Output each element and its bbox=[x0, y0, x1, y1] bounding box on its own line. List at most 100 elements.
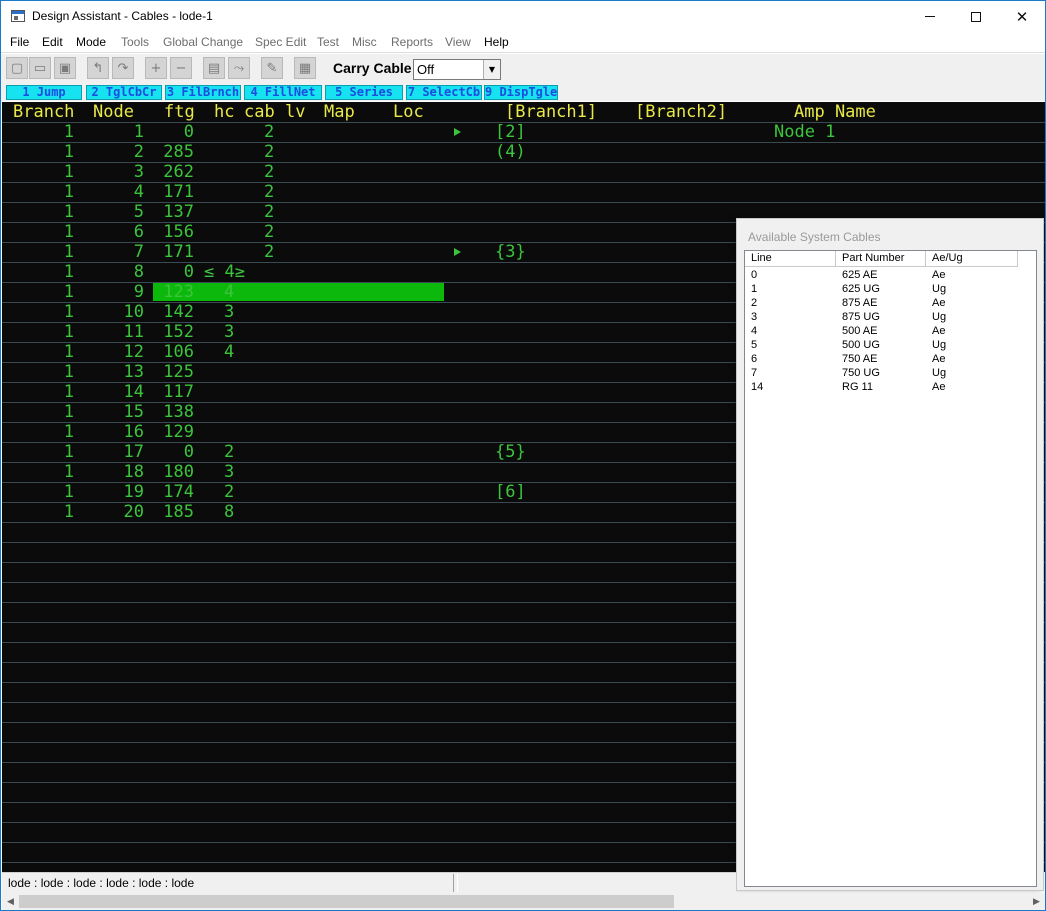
branch1-cell: [6] bbox=[495, 482, 526, 502]
list-cell: 3 bbox=[751, 311, 758, 323]
ftg-cell: 285 bbox=[163, 142, 194, 162]
fkey-button-2[interactable]: 2 TglCbCr bbox=[86, 85, 162, 100]
table-row[interactable]: 1 4 171 2 bbox=[2, 182, 1045, 202]
ftg-cell: 123 bbox=[163, 282, 194, 302]
list-item[interactable]: 3 875 UG Ug bbox=[745, 310, 1036, 324]
ftg-cell: 0 bbox=[183, 442, 194, 462]
branch1-cell: {3} bbox=[495, 242, 526, 262]
list-cell: Ae bbox=[932, 325, 946, 337]
menu-global-change[interactable]: Global Change bbox=[163, 35, 243, 49]
menu-view[interactable]: View bbox=[445, 35, 471, 49]
table-row[interactable]: 1 3 262 2 bbox=[2, 162, 1045, 182]
list-column-header[interactable]: Part Number bbox=[836, 251, 926, 267]
branch-cell: 1 bbox=[63, 122, 74, 142]
chevron-down-icon[interactable]: ▼ bbox=[483, 60, 500, 79]
split-button[interactable]: ⤳ bbox=[228, 57, 250, 79]
fkey-button-4[interactable]: 4 FillNet bbox=[244, 85, 322, 100]
new-file-button[interactable]: ▢ bbox=[6, 57, 28, 79]
add-button[interactable]: + bbox=[145, 57, 167, 79]
list-item[interactable]: 2 875 AE Ae bbox=[745, 296, 1036, 310]
new-file-icon: ▢ bbox=[10, 60, 24, 76]
horizontal-scrollbar[interactable]: ◀ ▶ bbox=[2, 893, 1045, 910]
branch1-cell: (4) bbox=[495, 142, 526, 162]
close-icon: ✕ bbox=[1015, 7, 1029, 26]
scroll-right-icon[interactable]: ▶ bbox=[1028, 893, 1045, 910]
carry-cable-value: Off bbox=[417, 62, 435, 77]
list-cell: 625 UG bbox=[842, 283, 880, 295]
table-row[interactable]: 1 1 0 2 [2] Node 1 bbox=[2, 122, 1045, 142]
maximize-button[interactable] bbox=[953, 1, 999, 32]
fkey-button-1[interactable]: 1 Jump bbox=[6, 85, 82, 100]
list-item[interactable]: 5 500 UG Ug bbox=[745, 338, 1036, 352]
wrench-button[interactable]: ✎ bbox=[261, 57, 283, 79]
list-column-header[interactable]: Line bbox=[745, 251, 836, 267]
branch-cell: 1 bbox=[63, 382, 74, 402]
fkey-button-5[interactable]: 5 Series bbox=[325, 85, 403, 100]
scroll-left-icon[interactable]: ◀ bbox=[2, 893, 19, 910]
list-cell: 500 AE bbox=[842, 325, 878, 337]
list-item[interactable]: 0 625 AE Ae bbox=[745, 268, 1036, 282]
available-cables-panel: Available System Cables Line Part Number A… bbox=[736, 218, 1044, 891]
menu-tools[interactable]: Tools bbox=[121, 35, 149, 49]
remove-button[interactable]: − bbox=[170, 57, 192, 79]
branch-cell: 1 bbox=[63, 462, 74, 482]
scrollbar-thumb[interactable] bbox=[19, 895, 674, 908]
branch-cell: 1 bbox=[63, 142, 74, 162]
ftg-cell: 180 bbox=[163, 462, 194, 482]
hc-cell: 2 bbox=[224, 442, 235, 462]
list-item[interactable]: 14 RG 11 Ae bbox=[745, 380, 1036, 394]
list-item[interactable]: 4 500 AE Ae bbox=[745, 324, 1036, 338]
grid-button[interactable]: ▦ bbox=[294, 57, 316, 79]
column-header: Loc bbox=[393, 102, 424, 122]
menu-test[interactable]: Test bbox=[317, 35, 339, 49]
fkey-button-6[interactable]: 7 SelectCb bbox=[406, 85, 482, 100]
fkey-button-7[interactable]: 9 DispTgle bbox=[484, 85, 558, 100]
branch-cell: 1 bbox=[63, 342, 74, 362]
branch-cell: 1 bbox=[63, 442, 74, 462]
wrench-icon: ✎ bbox=[266, 60, 278, 76]
branch-cell: 1 bbox=[63, 502, 74, 522]
app-window-icon bbox=[11, 10, 25, 22]
fkey-button-3[interactable]: 3 FilBrnch bbox=[165, 85, 241, 100]
list-cell: 14 bbox=[751, 381, 764, 393]
list-cell: Ug bbox=[932, 311, 947, 323]
list-cell: RG 11 bbox=[842, 381, 873, 393]
menu-file[interactable]: File bbox=[10, 35, 29, 49]
carry-cable-select[interactable]: Off ▼ bbox=[413, 59, 501, 80]
cab-cell: 2 bbox=[264, 182, 275, 202]
branch-cell: 1 bbox=[63, 402, 74, 422]
branch-cell: 1 bbox=[63, 262, 74, 282]
undo-button[interactable]: ↰ bbox=[87, 57, 109, 79]
ftg-cell: 129 bbox=[163, 422, 194, 442]
panel-title: Available System Cables bbox=[748, 230, 881, 244]
table-row[interactable]: 1 2 285 2 (4) bbox=[2, 142, 1045, 162]
menu-reports[interactable]: Reports bbox=[391, 35, 433, 49]
tv-button[interactable]: ▤ bbox=[203, 57, 225, 79]
list-item[interactable]: 7 750 UG Ug bbox=[745, 366, 1036, 380]
status-pane bbox=[457, 874, 736, 892]
grid-icon: ▦ bbox=[298, 60, 312, 76]
redo-button[interactable]: ↷ bbox=[112, 57, 134, 79]
save-button[interactable]: ▣ bbox=[54, 57, 76, 79]
branch-cell: 1 bbox=[63, 362, 74, 382]
list-cell: 4 bbox=[751, 325, 758, 337]
column-header: Node bbox=[93, 102, 134, 122]
column-header: Map bbox=[324, 102, 355, 122]
menu-help[interactable]: Help bbox=[484, 35, 509, 49]
close-button[interactable]: ✕ bbox=[999, 1, 1045, 32]
menu-misc[interactable]: Misc bbox=[352, 35, 377, 49]
list-column-header[interactable]: Ae/Ug bbox=[926, 251, 1018, 267]
minimize-button[interactable] bbox=[907, 1, 953, 32]
cables-list[interactable]: Line Part Number Ae/Ug 0 625 AE Ae 1 625 UG Ug 2 8… bbox=[744, 250, 1037, 887]
list-item[interactable]: 1 625 UG Ug bbox=[745, 282, 1036, 296]
cab-cell: 2 bbox=[264, 142, 275, 162]
column-header: cab bbox=[244, 102, 275, 122]
list-item[interactable]: 6 750 AE Ae bbox=[745, 352, 1036, 366]
menu-edit[interactable]: Edit bbox=[42, 35, 63, 49]
minimize-icon bbox=[925, 16, 935, 17]
open-folder-button[interactable]: ▭ bbox=[29, 57, 51, 79]
menu-mode[interactable]: Mode bbox=[76, 35, 106, 49]
carry-cable-label: Carry Cable bbox=[333, 60, 412, 76]
cab-cell: 2 bbox=[264, 162, 275, 182]
menu-spec-edit[interactable]: Spec Edit bbox=[255, 35, 306, 49]
